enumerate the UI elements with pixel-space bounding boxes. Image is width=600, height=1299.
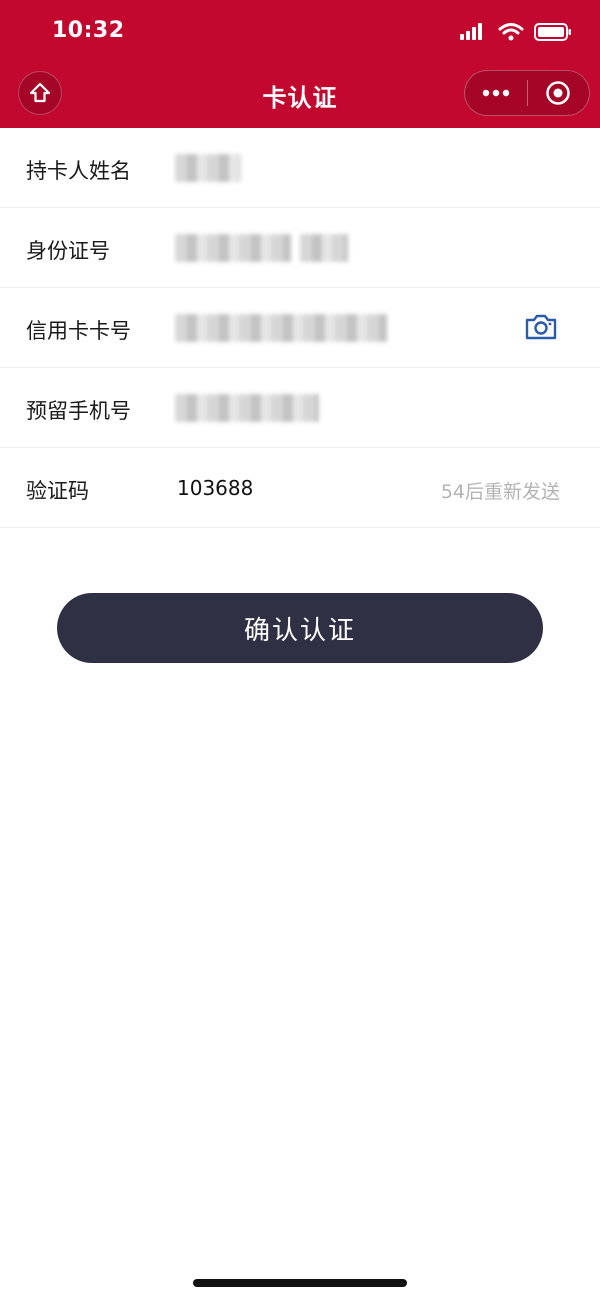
close-button[interactable]	[527, 70, 589, 116]
header-bar: 10:32 卡认证	[0, 0, 600, 128]
target-circle-icon	[546, 81, 570, 105]
id-number-field[interactable]	[175, 234, 291, 262]
confirm-auth-button[interactable]: 确认认证	[57, 593, 543, 663]
status-icons	[460, 22, 572, 42]
more-button[interactable]	[465, 70, 527, 116]
resend-countdown[interactable]: 54后重新发送	[441, 477, 560, 504]
id-number-field-tail	[300, 234, 348, 262]
camera-icon[interactable]	[524, 312, 558, 342]
card-number-label: 信用卡卡号	[26, 319, 131, 343]
phone-label: 预留手机号	[26, 399, 131, 423]
mini-program-capsule	[464, 70, 590, 116]
phone-field[interactable]	[175, 394, 319, 422]
id-number-label: 身份证号	[26, 239, 110, 263]
more-dots-icon	[482, 89, 509, 97]
card-number-row: 信用卡卡号	[0, 288, 600, 368]
id-number-row: 身份证号	[0, 208, 600, 288]
verification-code-input[interactable]: 103688	[177, 476, 253, 500]
battery-icon	[534, 23, 571, 41]
cardholder-name-field[interactable]	[175, 154, 241, 182]
phone-row: 预留手机号	[0, 368, 600, 448]
card-auth-form: 持卡人姓名 身份证号 信用卡卡号 预留手机号 验证码 103688 54后重新发…	[0, 128, 600, 528]
verification-code-label: 验证码	[26, 479, 89, 503]
cardholder-name-row: 持卡人姓名	[0, 128, 600, 208]
verification-code-row: 验证码 103688 54后重新发送	[0, 448, 600, 528]
signal-icon	[460, 23, 482, 40]
status-time: 10:32	[52, 18, 125, 43]
cardholder-name-label: 持卡人姓名	[26, 159, 131, 183]
card-number-field[interactable]	[175, 314, 387, 342]
home-indicator	[193, 1279, 407, 1287]
wifi-icon	[498, 23, 524, 41]
